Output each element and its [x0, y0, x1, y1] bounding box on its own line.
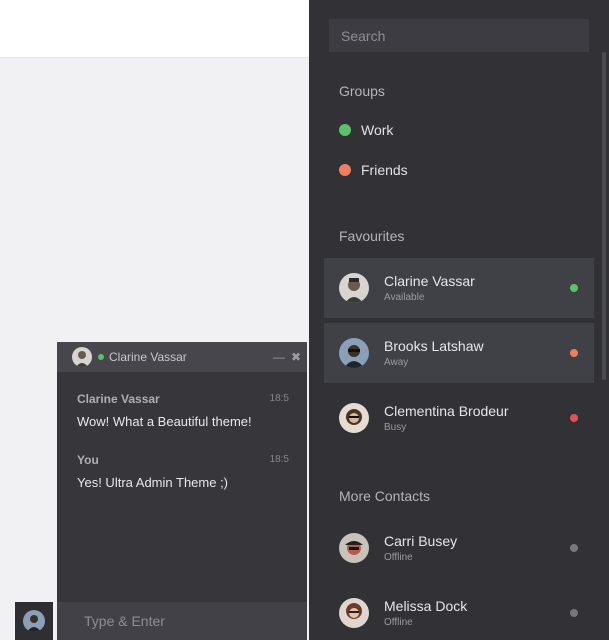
minimize-icon[interactable]: — [273, 350, 285, 364]
contact-item-clarine-vassar[interactable]: Clarine Vassar Available [324, 258, 594, 318]
group-label: Work [361, 122, 394, 138]
message-time: 18:5 [269, 454, 289, 465]
group-item-friends[interactable]: Friends [339, 162, 408, 178]
avatar [339, 403, 369, 433]
avatar [339, 598, 369, 628]
contact-item-carri-busey[interactable]: Carri Busey Offline [324, 518, 594, 578]
message-text: Yes! Ultra Admin Theme ;) [77, 475, 229, 490]
contact-name: Brooks Latshaw [384, 338, 484, 354]
contact-name: Clementina Brodeur [384, 403, 509, 419]
message-sender: Clarine Vassar [77, 392, 160, 406]
chat-message: You 18:5 Yes! Ultra Admin Theme ;) [77, 453, 289, 490]
chat-dock-avatar[interactable] [15, 602, 53, 640]
message-time: 18:5 [269, 393, 289, 404]
chat-header[interactable]: Clarine Vassar — ✖ [57, 342, 307, 372]
chat-message: Clarine Vassar 18:5 Wow! What a Beautifu… [77, 392, 289, 429]
chat-header-avatar [72, 347, 92, 367]
group-item-work[interactable]: Work [339, 122, 393, 138]
close-icon[interactable]: ✖ [291, 350, 301, 364]
contact-status: Busy [384, 422, 407, 433]
search-input[interactable] [329, 19, 589, 52]
more-contacts-title: More Contacts [339, 488, 431, 504]
status-dot [570, 349, 578, 357]
message-sender: You [77, 453, 99, 467]
avatar [339, 338, 369, 368]
group-label: Friends [361, 162, 408, 178]
groups-title: Groups [339, 83, 385, 99]
chat-message-input[interactable] [57, 602, 307, 640]
status-dot [570, 609, 578, 617]
sidebar-scrollbar[interactable] [602, 52, 606, 380]
contact-status: Away [384, 357, 409, 368]
avatar [23, 610, 45, 632]
group-color-dot [339, 124, 351, 136]
status-dot [570, 284, 578, 292]
status-dot [570, 544, 578, 552]
favourites-title: Favourites [339, 228, 405, 244]
group-color-dot [339, 164, 351, 176]
main-header [0, 0, 309, 58]
avatar [339, 533, 369, 563]
contact-name: Melissa Dock [384, 598, 468, 614]
contact-item-melissa-dock[interactable]: Melissa Dock Offline [324, 583, 594, 640]
contact-item-clementina-brodeur[interactable]: Clementina Brodeur Busy [324, 388, 594, 448]
contact-status: Available [384, 292, 425, 303]
avatar [339, 273, 369, 303]
contact-status: Offline [384, 617, 413, 628]
chat-contact-name: Clarine Vassar [109, 350, 187, 364]
contact-status: Offline [384, 552, 413, 563]
contact-name: Clarine Vassar [384, 273, 475, 289]
contact-name: Carri Busey [384, 533, 458, 549]
chat-sidebar: Groups Work Friends Favourites Clarine V… [309, 0, 609, 640]
message-text: Wow! What a Beautiful theme! [77, 414, 252, 429]
status-dot [570, 414, 578, 422]
contact-item-brooks-latshaw[interactable]: Brooks Latshaw Away [324, 323, 594, 383]
online-status-dot [98, 354, 104, 360]
chat-window: Clarine Vassar — ✖ Clarine Vassar 18:5 W… [57, 342, 307, 640]
